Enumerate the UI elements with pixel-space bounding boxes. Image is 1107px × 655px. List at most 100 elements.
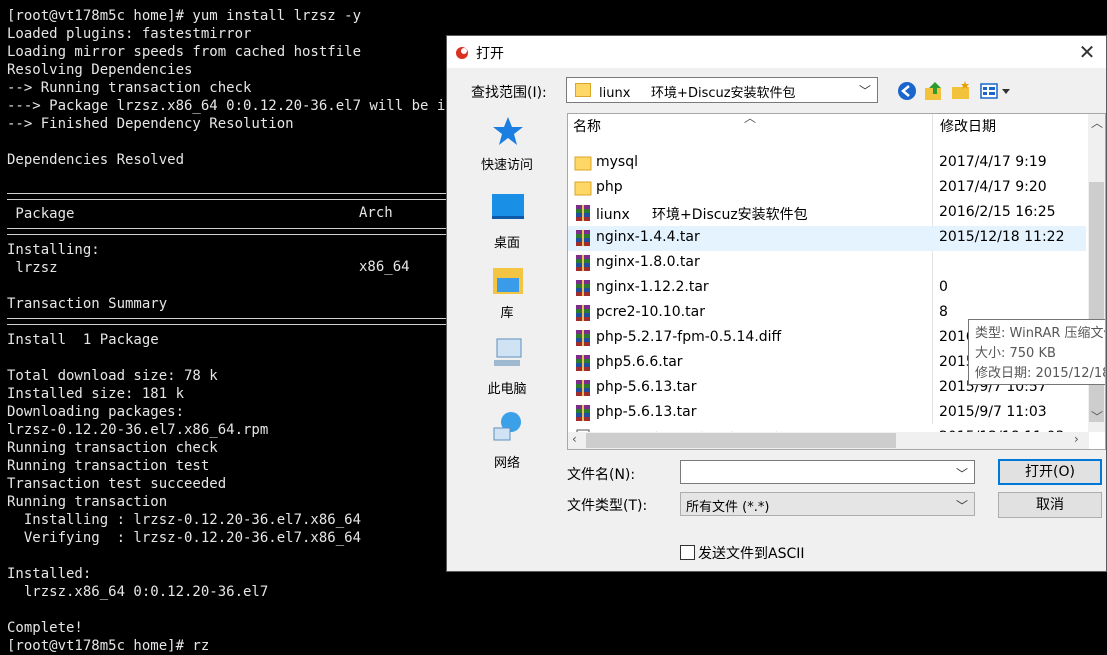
view-menu-icon[interactable] <box>979 80 1013 102</box>
terminal-line: lrzsz.x86_64 0:0.12.20-36.el7 <box>7 584 269 600</box>
ascii-option[interactable]: 发送文件到ASCII <box>680 543 805 563</box>
column-header-name[interactable]: 名称 <box>573 114 601 140</box>
open-button[interactable]: 打开(O) <box>998 459 1102 485</box>
file-name: nginx-1.8.0.tar <box>596 254 700 270</box>
ascii-checkbox[interactable] <box>680 545 695 560</box>
terminal-line: Install 1 Package <box>7 332 159 348</box>
winrar-archive-icon <box>574 279 592 297</box>
terminal-line: Running transaction <box>7 494 168 510</box>
terminal-line: Installing : lrzsz-0.12.20-36.el7.x86_64 <box>7 512 362 528</box>
terminal-line: Transaction test succeeded <box>7 476 227 492</box>
place-network[interactable]: 网络 <box>455 410 559 480</box>
terminal-line: Running transaction test <box>7 458 210 474</box>
file-date: 2015/12/18 11:22 <box>939 229 1065 245</box>
file-name: nginx-1.4.4.tar <box>596 229 700 245</box>
folder-icon <box>574 154 592 172</box>
place-label: 库 <box>500 306 514 321</box>
place-desktop[interactable]: 桌面 <box>455 190 559 260</box>
terminal-line: Installed: <box>7 566 92 582</box>
terminal-line: --> Finished Dependency Resolution <box>7 116 294 132</box>
file-row[interactable]: php-5.6.13.tar 2015/9/7 11:03 <box>568 401 1086 426</box>
arch-value: x86_64 <box>359 259 410 275</box>
file-name-label: 文件名(N): <box>567 467 636 483</box>
terminal-line: Dependencies Resolved <box>7 152 185 168</box>
place-library[interactable]: 库 <box>455 264 559 334</box>
dialog-title: 打开 <box>476 46 504 62</box>
place-label: 网络 <box>493 456 520 471</box>
place-quick-access[interactable]: 快速访问 <box>455 114 559 184</box>
file-tooltip: 类型: WinRAR 压缩文件 大小: 750 KB 修改日期: 2015/12… <box>968 319 1105 385</box>
winrar-archive-icon <box>574 304 592 322</box>
terminal-line: Transaction Summary <box>7 296 168 312</box>
column-header-date[interactable]: 修改日期 <box>940 114 996 140</box>
file-row[interactable]: nginx-1.12.2.tar 0 <box>568 276 1086 301</box>
winrar-archive-icon <box>574 329 592 347</box>
place-label: 快速访问 <box>480 158 533 173</box>
back-icon[interactable] <box>896 80 918 102</box>
file-type-value: 所有文件 (*.*) <box>686 500 770 515</box>
file-list[interactable]: ︿ 名称 修改日期 mysql 2017/4/17 9:19 php 2017/4/1… <box>567 113 1106 450</box>
places-bar: 快速访问 桌面 库 此电脑 网络 <box>455 114 559 474</box>
winrar-archive-icon <box>574 354 592 372</box>
horizontal-scrollbar[interactable]: ‹ › <box>568 432 1089 449</box>
scroll-up-icon[interactable]: ︿ <box>1091 114 1103 131</box>
file-name: pcre2-10.10.tar <box>596 304 705 320</box>
scroll-right-icon[interactable]: › <box>1074 432 1079 446</box>
file-date: 2017/4/17 9:19 <box>939 154 1047 170</box>
scroll-left-icon[interactable]: ‹ <box>572 432 577 446</box>
file-name: liunx 环境+Discuz安装软件包 <box>596 207 808 223</box>
terminal-line: --> Running transaction check <box>7 80 252 96</box>
folder-icon <box>575 83 591 97</box>
file-row[interactable]: mysql 2017/4/17 9:19 <box>568 151 1086 176</box>
terminal-line: lrzsz-0.12.20-36.el7.x86_64.rpm <box>7 422 269 438</box>
terminal-line: Resolving Dependencies <box>7 62 193 78</box>
new-folder-icon[interactable] <box>950 80 972 102</box>
file-row[interactable]: liunx 环境+Discuz安装软件包 2016/2/15 16:25 <box>568 201 1086 226</box>
file-name: mysql <box>596 154 638 170</box>
file-row[interactable]: php 2017/4/17 9:20 <box>568 176 1086 201</box>
terminal-line: Verifying : lrzsz-0.12.20-36.el7.x86_64 <box>7 530 362 546</box>
file-name: php-5.6.13.tar <box>596 404 697 420</box>
look-in-dropdown[interactable]: liunx 环境+Discuz安装软件包 ﹀ <box>566 77 878 103</box>
chevron-down-icon: ﹀ <box>955 499 968 513</box>
file-name: php <box>596 179 623 195</box>
file-name: php5.6.6.tar <box>596 354 683 370</box>
winrar-archive-icon <box>574 379 592 397</box>
app-icon <box>456 47 468 59</box>
horizontal-scroll-thumb[interactable] <box>586 433 896 448</box>
cancel-button[interactable]: 取消 <box>998 492 1102 518</box>
winrar-archive-icon <box>574 254 592 272</box>
sort-ascending-icon: ︿ <box>744 113 757 125</box>
place-this-pc[interactable]: 此电脑 <box>455 336 559 406</box>
close-button[interactable]: ✕ <box>1072 38 1102 66</box>
tooltip-size: 大小: 750 KB <box>975 346 1056 361</box>
terminal-line: Downloading packages: <box>7 404 185 420</box>
up-folder-icon[interactable] <box>923 80 945 102</box>
chevron-down-icon[interactable]: ﹀ <box>956 465 968 482</box>
terminal-separator <box>7 193 447 200</box>
file-row[interactable]: nginx-1.4.4.tar 2015/12/18 11:22 <box>568 226 1086 251</box>
winrar-archive-icon <box>574 404 592 422</box>
arch-header: Arch <box>359 205 393 221</box>
place-label: 此电脑 <box>487 382 527 397</box>
star-icon <box>493 117 523 145</box>
folder-icon <box>574 179 592 197</box>
terminal-line: lrzsz <box>7 260 58 276</box>
desktop-icon <box>492 194 524 219</box>
terminal-line: Installed size: 181 k <box>7 386 185 402</box>
file-type-select[interactable]: 所有文件 (*.*) ﹀ <box>680 492 975 516</box>
winrar-archive-icon <box>574 229 592 247</box>
file-name-input[interactable]: ﹀ <box>680 460 975 484</box>
title-bar[interactable]: 打开 ✕ <box>447 36 1106 68</box>
ascii-checkbox-label: 发送文件到ASCII <box>698 546 805 562</box>
terminal-line: ---> Package lrzsz.x86_64 0:0.12.20-36.e… <box>7 98 454 114</box>
terminal-separator <box>7 228 447 235</box>
file-name: php-5.6.13.tar <box>596 379 697 395</box>
winrar-archive-icon <box>574 204 592 222</box>
vertical-scroll-thumb[interactable] <box>1089 182 1104 422</box>
file-row[interactable]: nginx-1.8.0.tar <box>568 251 1086 276</box>
scroll-down-icon[interactable]: ﹀ <box>1091 408 1103 425</box>
look-in-label: 查找范围(I): <box>471 85 547 101</box>
terminal-line: Loading mirror speeds from cached hostfi… <box>7 44 362 60</box>
terminal-line: Package <box>7 206 75 222</box>
